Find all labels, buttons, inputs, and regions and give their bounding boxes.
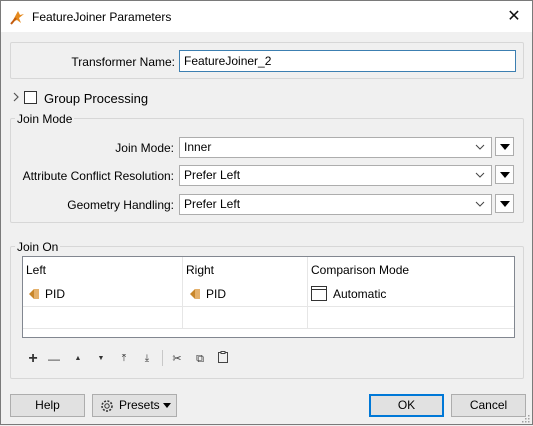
window-title: FeatureJoiner Parameters — [32, 10, 172, 24]
join-mode-value: Inner — [184, 140, 212, 154]
transformer-name-label: Transformer Name: — [71, 55, 175, 69]
fme-logo-icon — [10, 9, 26, 25]
presets-label: Presets — [119, 398, 160, 412]
dropdown-arrow-icon — [500, 201, 510, 207]
attribute-icon — [28, 288, 40, 303]
dropdown-arrow-icon — [163, 403, 171, 408]
group-processing-label: Group Processing — [44, 91, 149, 106]
join-on-section-title: Join On — [15, 240, 61, 254]
resize-grip-icon[interactable] — [520, 412, 530, 423]
chevron-down-icon — [475, 170, 485, 180]
title-bar: FeatureJoiner Parameters ✕ — [1, 1, 532, 32]
column-header-left[interactable]: Left — [23, 257, 181, 284]
dropdown-arrow-icon — [500, 144, 510, 150]
geometry-handling-menu-button[interactable] — [495, 194, 514, 213]
chevron-down-icon — [475, 142, 485, 152]
move-bottom-button[interactable]: ⤓ — [140, 351, 154, 367]
attribute-conflict-label: Attribute Conflict Resolution: — [22, 169, 174, 183]
join-mode-section-title: Join Mode — [15, 112, 75, 126]
row-mode-value[interactable]: Automatic — [333, 283, 386, 305]
remove-row-button[interactable]: — — [46, 351, 62, 367]
column-header-right[interactable]: Right — [183, 257, 307, 284]
row-right-value[interactable]: PID — [206, 283, 226, 305]
row-left-value[interactable]: PID — [45, 283, 65, 305]
transformer-name-input[interactable]: FeatureJoiner_2 — [179, 50, 516, 72]
toolbar-divider — [162, 350, 163, 366]
geometry-handling-label: Geometry Handling: — [67, 198, 174, 212]
attribute-conflict-select[interactable]: Prefer Left — [179, 165, 492, 186]
presets-button[interactable]: Presets — [92, 394, 177, 417]
gear-icon — [99, 398, 115, 421]
column-header-comparison-mode[interactable]: Comparison Mode — [308, 257, 514, 284]
move-down-button[interactable]: ▼ — [94, 351, 108, 367]
add-row-button[interactable]: + — [26, 351, 40, 367]
attribute-icon — [189, 288, 201, 303]
copy-button[interactable]: ⧉ — [193, 351, 207, 367]
cancel-button[interactable]: Cancel — [451, 394, 526, 417]
paste-button[interactable] — [216, 351, 230, 367]
join-mode-label: Join Mode: — [115, 141, 174, 155]
cut-button[interactable]: ✂ — [170, 351, 184, 367]
ok-button[interactable]: OK — [369, 394, 444, 417]
geometry-handling-select[interactable]: Prefer Left — [179, 194, 492, 215]
attribute-conflict-menu-button[interactable] — [495, 165, 514, 184]
join-on-table[interactable]: Left Right Comparison Mode PID PID Autom… — [22, 256, 515, 338]
close-button[interactable]: ✕ — [496, 1, 532, 32]
dialog-window: FeatureJoiner Parameters ✕ Transformer N… — [0, 0, 533, 425]
move-up-button[interactable]: ▲ — [71, 351, 85, 367]
dropdown-arrow-icon — [500, 172, 510, 178]
group-processing-checkbox[interactable] — [24, 91, 37, 104]
join-mode-select[interactable]: Inner — [179, 137, 492, 158]
move-top-button[interactable]: ⤒ — [117, 351, 131, 367]
geometry-handling-value: Prefer Left — [184, 197, 241, 211]
row-divider — [23, 328, 514, 329]
help-button[interactable]: Help — [10, 394, 85, 417]
attribute-conflict-value: Prefer Left — [184, 168, 241, 182]
chevron-down-icon — [475, 199, 485, 209]
table-row[interactable] — [23, 283, 514, 305]
join-mode-menu-button[interactable] — [495, 137, 514, 156]
comparison-mode-icon — [311, 286, 327, 304]
chevron-right-icon[interactable] — [12, 91, 20, 103]
row-divider — [23, 306, 514, 307]
